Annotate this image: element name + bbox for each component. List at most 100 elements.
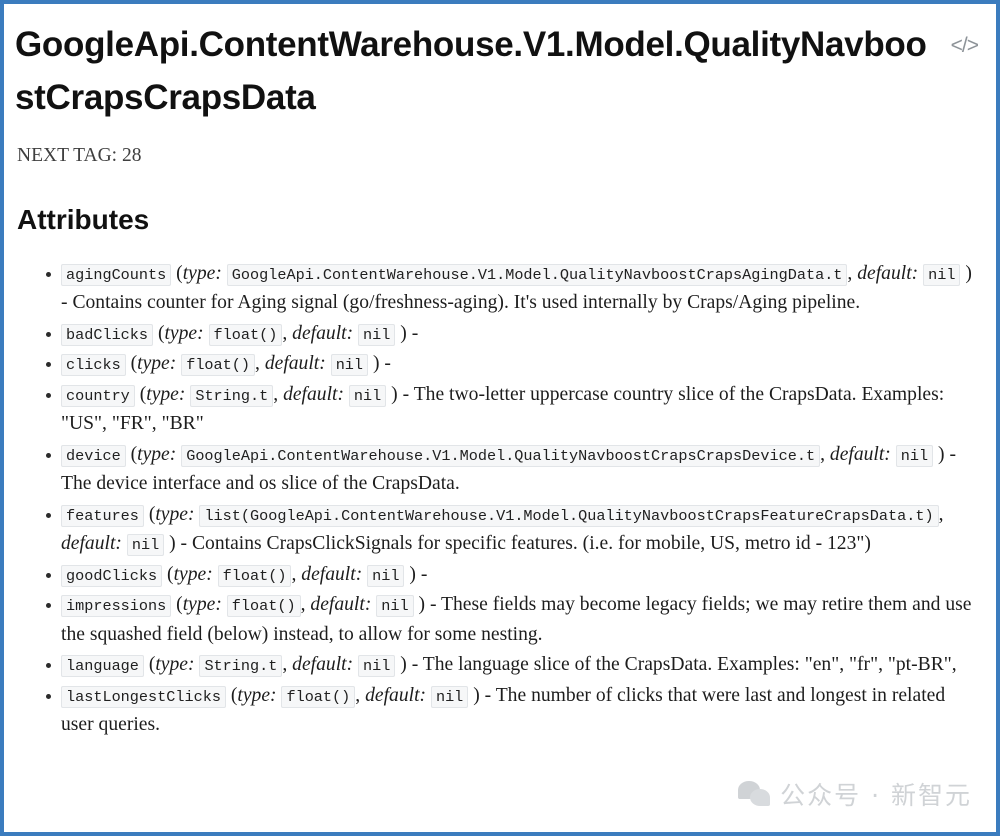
dash-separator: - <box>384 353 391 375</box>
dash-separator: - <box>420 563 428 585</box>
attribute-item: clicks (type: float(), default: nil ) - <box>15 349 978 379</box>
section-heading-attributes: Attributes <box>17 204 150 236</box>
type-label: type: <box>146 383 186 405</box>
type-label: type: <box>164 322 204 344</box>
attribute-item: badClicks (type: float(), default: nil )… <box>15 319 978 349</box>
paren-close: ) <box>169 533 176 555</box>
attribute-name: features <box>61 504 144 527</box>
dash-separator: - <box>411 322 419 344</box>
attribute-name: clicks <box>61 354 126 377</box>
default-label: default: <box>301 563 363 585</box>
comma-separator: , <box>355 684 361 706</box>
attribute-type: float() <box>226 595 301 618</box>
attribute-item: features (type: list(GoogleApi.ContentWa… <box>15 500 978 559</box>
attribute-name: country <box>61 384 135 407</box>
default-label: default: <box>292 654 354 676</box>
attribute-name: goodClicks <box>61 564 163 587</box>
attribute-description: Contains counter for Aging signal (go/fr… <box>72 292 861 314</box>
dash-separator: - <box>949 443 956 465</box>
attribute-type: float() <box>208 323 283 346</box>
attribute-item: agingCounts (type: GoogleApi.ContentWare… <box>15 259 978 318</box>
attribute-type: float() <box>181 354 256 377</box>
paren-close: ) <box>400 322 407 344</box>
paren-close: ) <box>372 353 380 375</box>
type-label: type: <box>155 503 195 525</box>
attribute-default: nil <box>126 534 165 557</box>
attribute-name: device <box>61 444 126 467</box>
comma-separator: , <box>300 594 306 616</box>
default-label: default: <box>292 322 354 344</box>
type-label: type: <box>137 353 177 375</box>
attribute-name: language <box>61 655 144 678</box>
attribute-name: lastLongestClicks <box>61 685 226 708</box>
default-label: default: <box>857 262 919 284</box>
page-title: GoogleApi.ContentWarehouse.V1.Model.Qual… <box>15 25 927 117</box>
attribute-type: String.t <box>190 384 274 407</box>
document-page-frame: GoogleApi.ContentWarehouse.V1.Model.Qual… <box>0 0 1000 836</box>
attribute-item: device (type: GoogleApi.ContentWarehouse… <box>15 440 978 499</box>
comma-separator: , <box>282 322 288 344</box>
attribute-description: Contains CrapsClickSignals for specific … <box>191 533 871 555</box>
dash-separator: - <box>61 292 68 314</box>
attribute-default: nil <box>376 595 414 618</box>
attribute-item: lastLongestClicks (type: float(), defaul… <box>15 681 978 740</box>
attribute-item: country (type: String.t, default: nil ) … <box>15 380 978 439</box>
attribute-description: The device interface and os slice of the… <box>61 473 460 495</box>
dash-separator: - <box>429 594 437 616</box>
document-header: GoogleApi.ContentWarehouse.V1.Model.Qual… <box>15 18 979 124</box>
paren-close: ) <box>409 563 416 585</box>
attribute-name: badClicks <box>61 323 154 346</box>
default-label: default: <box>283 383 345 405</box>
attribute-default: nil <box>923 263 961 286</box>
attribute-type: float() <box>281 685 356 708</box>
attribute-item: goodClicks (type: float(), default: nil … <box>15 560 978 590</box>
type-label: type: <box>173 563 213 585</box>
attribute-type: String.t <box>199 655 283 678</box>
dash-separator: - <box>484 684 492 706</box>
paren-close: ) <box>938 443 945 465</box>
code-view-icon[interactable]: </> <box>951 35 979 56</box>
comma-separator: , <box>282 654 288 676</box>
next-tag-label: NEXT TAG: 28 <box>17 145 142 166</box>
dash-separator: - <box>411 654 419 676</box>
attributes-list: agingCounts (type: GoogleApi.ContentWare… <box>15 259 978 740</box>
attribute-default: nil <box>330 354 369 377</box>
comma-separator: , <box>291 563 297 585</box>
dash-separator: - <box>402 383 410 405</box>
attribute-default: nil <box>358 323 396 346</box>
paren-close: ) <box>400 654 407 676</box>
dash-separator: - <box>180 533 188 555</box>
attribute-item: language (type: String.t, default: nil )… <box>15 650 978 680</box>
comma-separator: , <box>255 353 260 375</box>
document-content: GoogleApi.ContentWarehouse.V1.Model.Qual… <box>4 4 996 832</box>
paren-close: ) <box>418 594 426 616</box>
attribute-default: nil <box>348 384 387 407</box>
attribute-name: agingCounts <box>61 263 172 286</box>
comma-separator: , <box>820 443 825 465</box>
type-label: type: <box>237 684 277 706</box>
default-label: default: <box>61 533 122 555</box>
attribute-type: GoogleApi.ContentWarehouse.V1.Model.Qual… <box>181 444 821 467</box>
comma-separator: , <box>938 503 944 525</box>
type-label: type: <box>182 262 222 284</box>
default-label: default: <box>829 443 891 465</box>
default-label: default: <box>310 594 372 616</box>
default-label: default: <box>264 353 326 375</box>
paren-close: ) <box>391 383 398 405</box>
attribute-default: nil <box>430 685 469 708</box>
attribute-default: nil <box>895 444 934 467</box>
attribute-type: list(GoogleApi.ContentWarehouse.V1.Model… <box>199 504 939 527</box>
type-label: type: <box>155 654 195 676</box>
attribute-type: float() <box>217 564 292 587</box>
comma-separator: , <box>273 383 279 405</box>
attribute-default: nil <box>358 655 396 678</box>
type-label: type: <box>182 594 222 616</box>
default-label: default: <box>365 684 427 706</box>
paren-close: ) <box>965 262 972 284</box>
attribute-default: nil <box>367 564 405 587</box>
type-label: type: <box>137 443 177 465</box>
attribute-item: impressions (type: float(), default: nil… <box>15 590 978 649</box>
comma-separator: , <box>847 262 853 284</box>
attribute-description: The language slice of the CrapsData. Exa… <box>422 654 957 676</box>
paren-close: ) <box>473 684 480 706</box>
